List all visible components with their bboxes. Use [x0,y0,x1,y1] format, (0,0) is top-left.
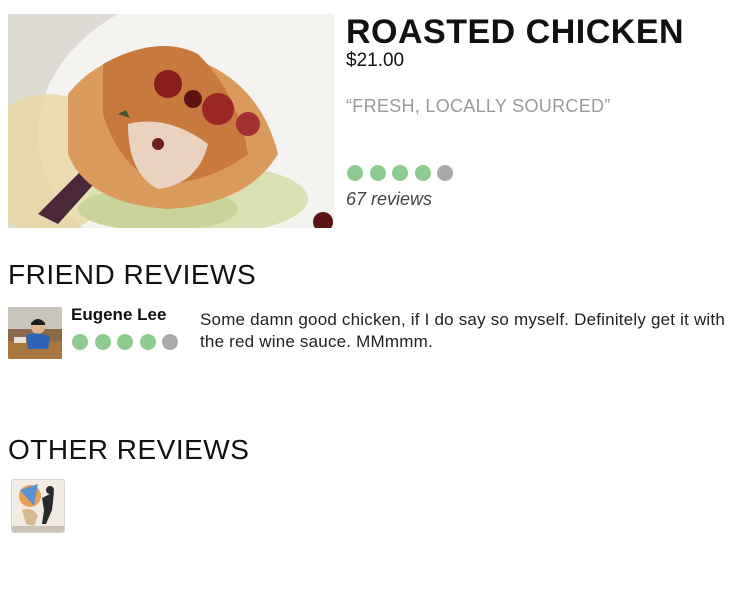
avatar[interactable] [12,480,64,532]
rating-dot-filled [369,165,386,181]
dish-rating [347,165,453,181]
other-reviews-heading: OTHER REVIEWS [8,434,250,465]
review-text: Some damn good chicken, if I do say so m… [200,310,725,351]
rating-dot-empty [437,165,453,181]
reviewer-name[interactable]: Eugene Lee [71,305,166,325]
friend-reviews-heading: FRIEND REVIEWS [8,259,257,290]
reviewer-rating [72,334,178,350]
rating-dot-filled [347,165,363,181]
review-count-link[interactable]: 67 reviews [346,188,432,210]
dish-photo [8,14,334,228]
rating-dot-filled [94,334,111,350]
rating-dot-empty [162,334,178,350]
rating-dot-filled [139,334,156,350]
dish-tagline: “FRESH, LOCALLY SOURCED” [346,96,611,116]
rating-dot-filled [392,165,408,181]
dish-price: $21.00 [346,50,405,71]
rating-dot-filled [72,334,88,350]
dish-title: ROASTED CHICKEN [346,13,685,51]
rating-dot-filled [117,334,133,350]
rating-dot-filled [414,165,431,181]
avatar[interactable] [8,307,62,359]
